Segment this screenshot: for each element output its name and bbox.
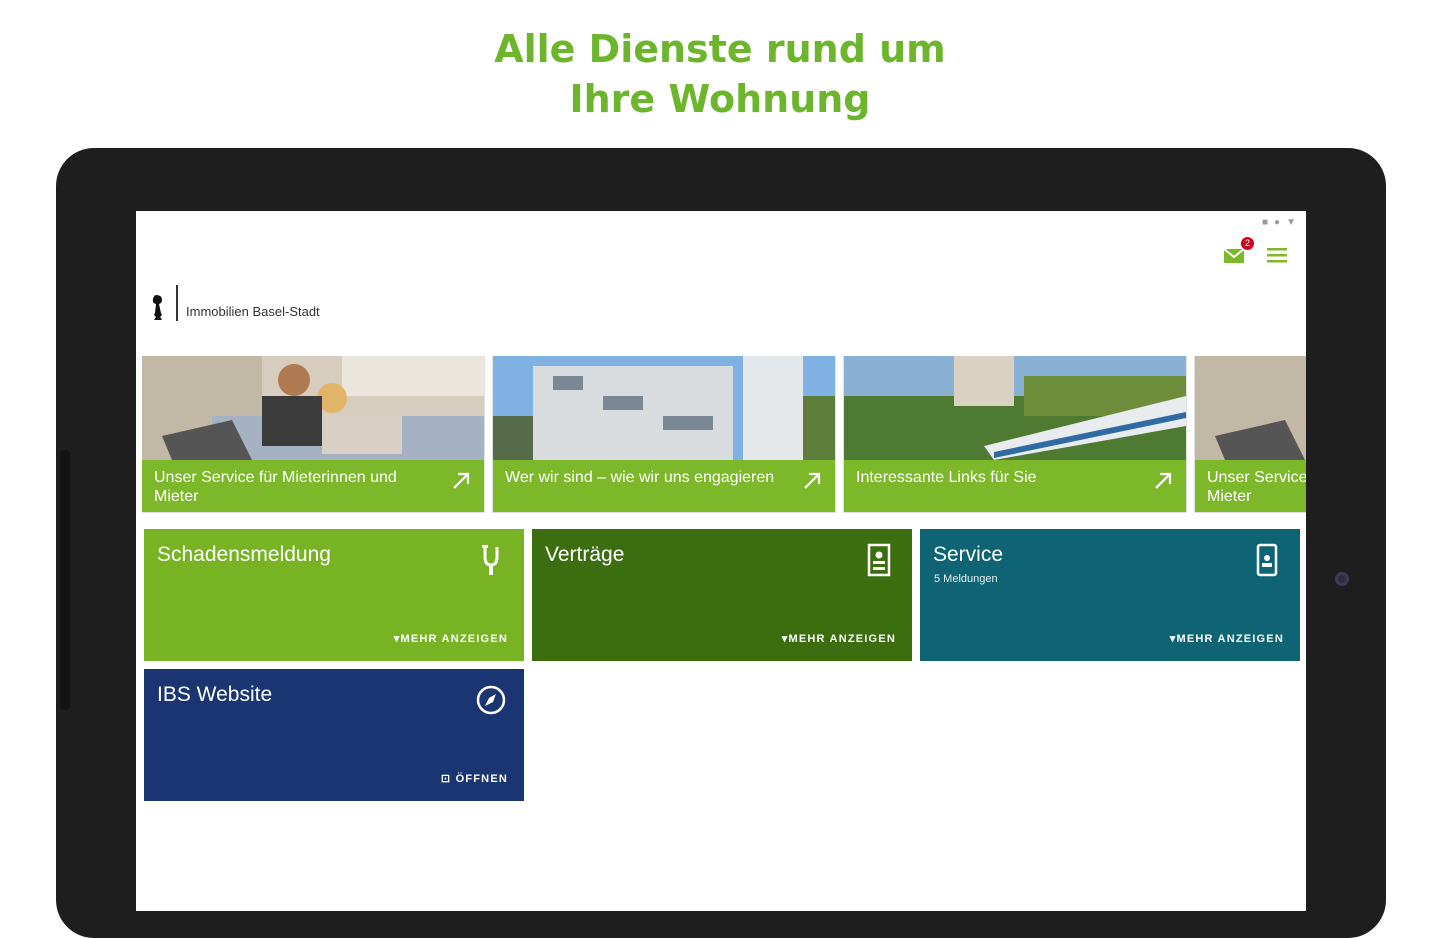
app-toolbar: 2 [1222, 237, 1288, 265]
plunger-icon [482, 545, 499, 575]
carousel-caption: Unser Service für Mieterinnen und Mieter [1195, 460, 1306, 512]
tile-more-link[interactable]: ▾MEHR ANZEIGEN [394, 632, 508, 645]
promo-line-2: Ihre Wohnung [569, 77, 871, 121]
phone-icon [1256, 543, 1278, 577]
tile-title: IBS Website [157, 683, 273, 706]
logo-text: Immobilien Basel-Stadt [186, 304, 320, 319]
compass-icon [476, 685, 506, 715]
arrow-up-right-icon [1155, 472, 1172, 489]
tablet-camera [1335, 572, 1349, 586]
carousel-caption-text: Interessante Links für Sie [856, 469, 1037, 486]
tablet-side-button [60, 450, 70, 710]
couple-photo [142, 356, 484, 460]
tile-subtitle: 5 Meldungen [934, 573, 998, 585]
couple-photo [1195, 356, 1306, 460]
tile-schadensmeldung[interactable]: Schadensmeldung ▾MEHR ANZEIGEN [144, 529, 524, 661]
notification-badge: 2 [1241, 237, 1254, 250]
wifi-icon: ● [1274, 217, 1281, 228]
status-bar: ■ ● ▼ [1262, 217, 1296, 228]
carousel-slide[interactable]: Unser Service für Mieterinnen und Mieter [1195, 356, 1306, 512]
arrow-up-right-icon [804, 472, 821, 489]
mail-button[interactable]: 2 [1222, 237, 1254, 265]
logo-divider [176, 285, 178, 321]
contract-icon [867, 543, 891, 577]
tile-more-link[interactable]: ▾MEHR ANZEIGEN [782, 632, 896, 645]
signal-icon: ■ [1262, 217, 1269, 228]
tile-title: Verträge [545, 543, 625, 566]
tile-title: Service [933, 543, 1004, 566]
menu-icon[interactable] [1266, 246, 1288, 264]
carousel-caption: Interessante Links für Sie [844, 460, 1186, 512]
carousel-caption: Wer wir sind – wie wir uns engagieren [493, 460, 835, 512]
tile-vertraege[interactable]: Verträge ▾MEHR ANZEIGEN [532, 529, 912, 661]
feature-carousel: Unser Service für Mieterinnen und Mieter… [142, 356, 1306, 514]
carousel-slide[interactable]: Unser Service für Mieterinnen und Mieter [142, 356, 484, 512]
carousel-caption-text: Unser Service für Mieterinnen und Mieter [1207, 469, 1306, 505]
arrow-up-right-icon [453, 472, 470, 489]
app-screen: ■ ● ▼ 2 Immobilien Basel-Stadt Unser Ser… [136, 211, 1306, 911]
carousel-caption-text: Wer wir sind – wie wir uns engagieren [505, 469, 775, 486]
carousel-slide[interactable]: Interessante Links für Sie [844, 356, 1186, 512]
carousel-caption-text: Unser Service für Mieterinnen und Mieter [154, 469, 397, 505]
tile-ibs-website[interactable]: IBS Website ⊡ ÖFFNEN [144, 669, 524, 801]
carousel-caption: Unser Service für Mieterinnen und Mieter [142, 460, 484, 512]
tile-open-link[interactable]: ⊡ ÖFFNEN [441, 772, 508, 785]
app-logo: Immobilien Basel-Stadt [148, 285, 320, 321]
tile-more-link[interactable]: ▾MEHR ANZEIGEN [1170, 632, 1284, 645]
tile-title: Schadensmeldung [157, 543, 331, 566]
carousel-slide[interactable]: Wer wir sind – wie wir uns engagieren [493, 356, 835, 512]
building-photo [493, 356, 835, 460]
promo-headline: Alle Dienste rund um Ihre Wohnung [0, 24, 1440, 124]
tile-service[interactable]: Service 5 Meldungen ▾MEHR ANZEIGEN [920, 529, 1300, 661]
train-photo [844, 356, 1186, 460]
basel-crest-icon [152, 295, 162, 320]
battery-icon: ▼ [1286, 217, 1296, 228]
promo-line-1: Alle Dienste rund um [494, 27, 946, 71]
